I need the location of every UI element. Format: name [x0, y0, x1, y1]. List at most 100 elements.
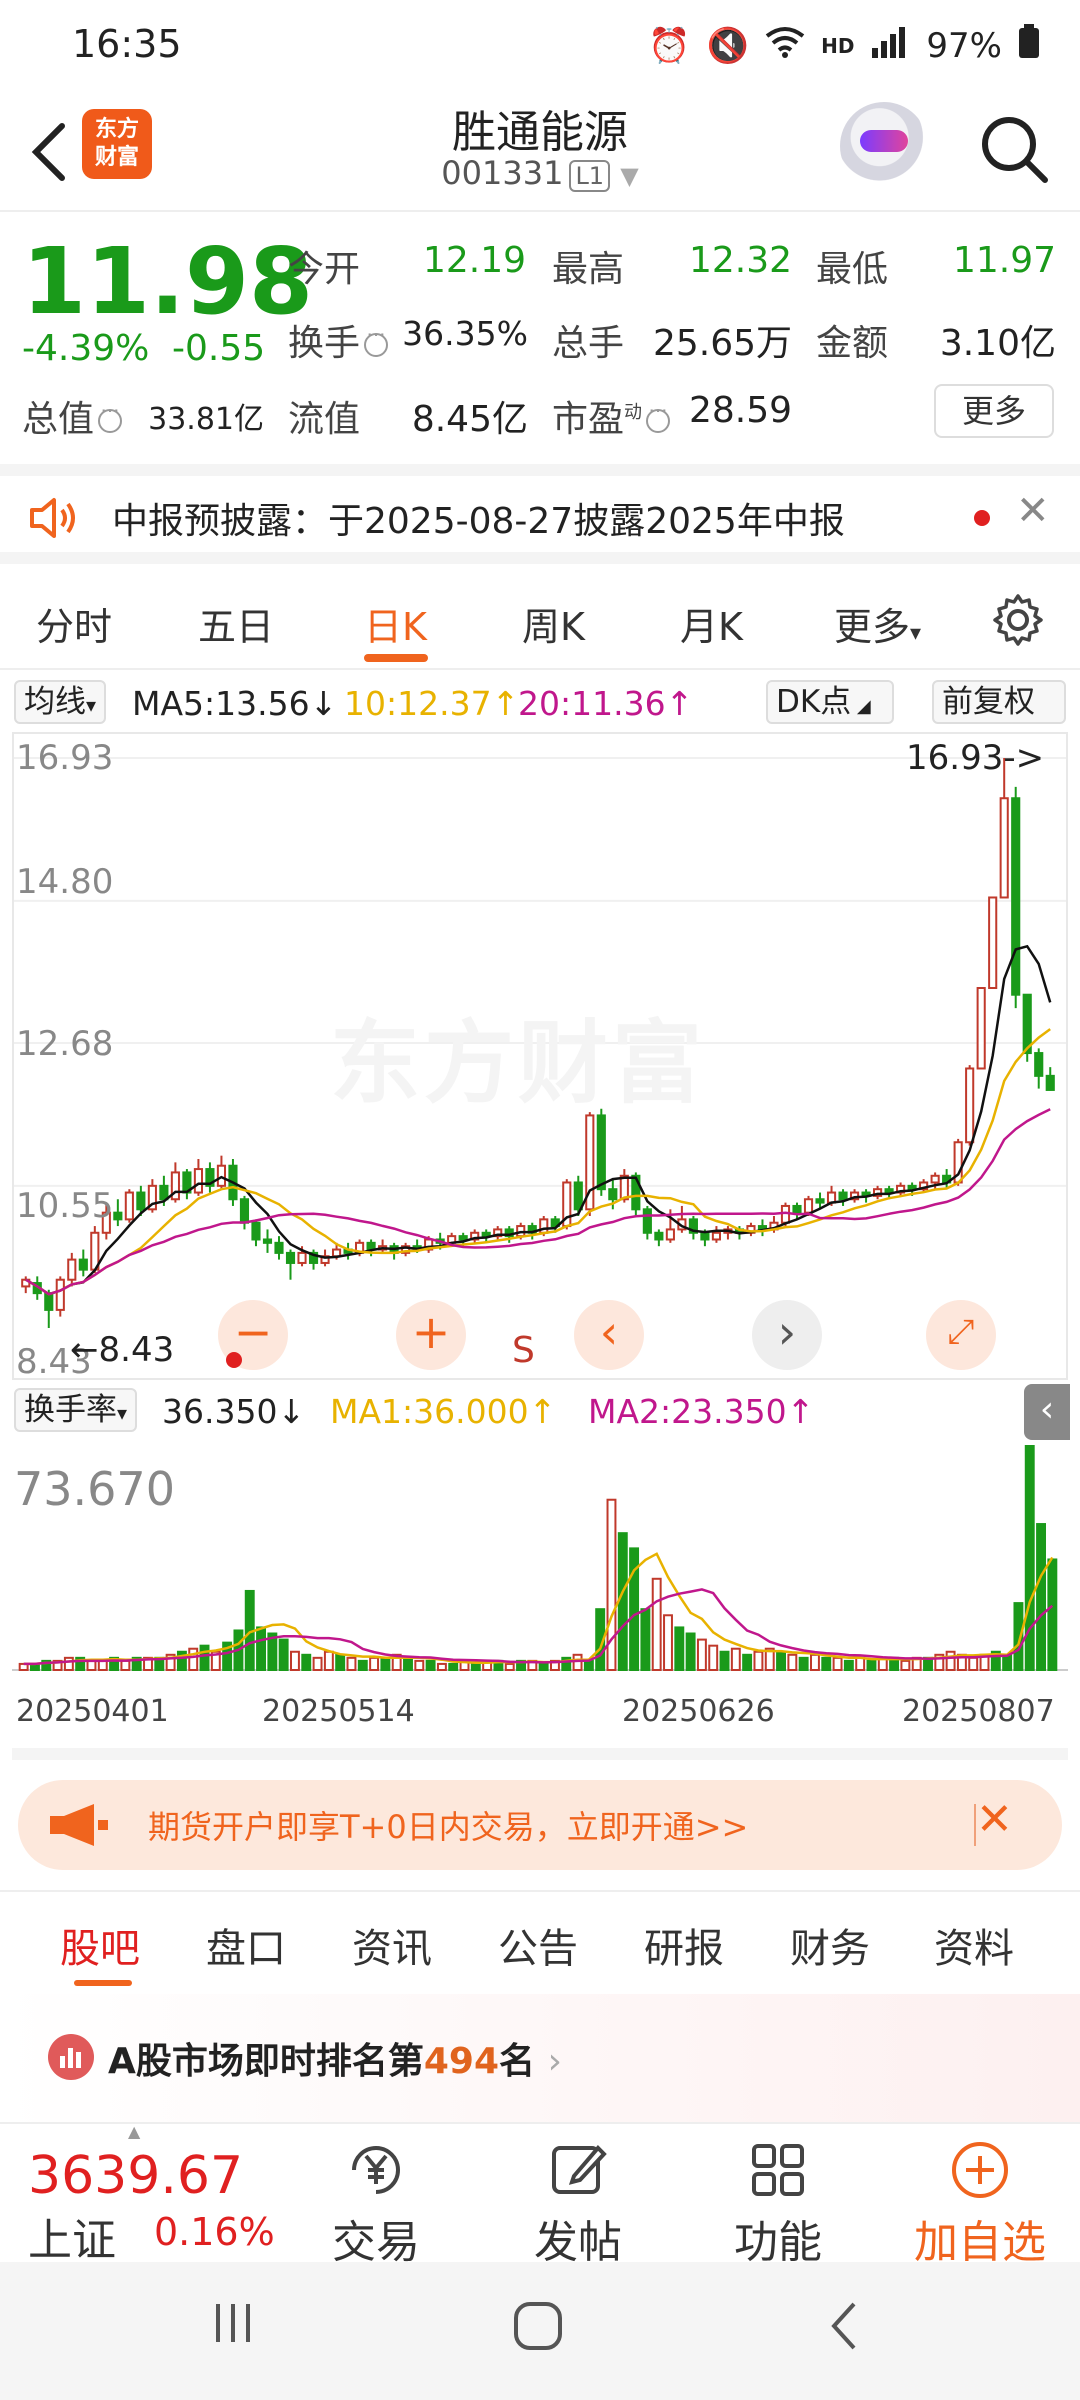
- candle-body: [1045, 1074, 1055, 1091]
- fullscreen-button[interactable]: ⤢: [926, 1300, 996, 1370]
- ma20-line: [25, 1108, 1051, 1296]
- tab-forum[interactable]: 股吧: [60, 1916, 140, 1974]
- dk-point-selector[interactable]: DK点 ◢: [766, 680, 894, 724]
- turnover-bar: [900, 1659, 911, 1671]
- turnover-bar: [968, 1656, 979, 1672]
- battery-icon: [1018, 24, 1040, 67]
- candle-body: [78, 1258, 88, 1271]
- turnover-bar: [414, 1659, 425, 1671]
- turnover-bar: [855, 1656, 866, 1672]
- futures-promo-banner[interactable]: 期货开户即享T+0日内交易，立即开通>> ✕: [18, 1780, 1062, 1870]
- info-icon[interactable]: [364, 323, 389, 357]
- candle-body: [239, 1198, 250, 1224]
- turnover-bar: [278, 1638, 289, 1671]
- turnover-bar: [787, 1653, 798, 1672]
- date-label: 20250401: [16, 1694, 169, 1729]
- turnover-bar: [538, 1662, 549, 1671]
- market-rank-row[interactable]: A股市场即时排名第494名 ›: [0, 1994, 1080, 2124]
- price-change-percent: -4.39%: [22, 328, 150, 369]
- turnover-bar: [346, 1656, 357, 1672]
- turnover-bar: [323, 1650, 334, 1672]
- date-label: 20250514: [262, 1694, 415, 1729]
- robot-assistant-icon[interactable]: [840, 102, 928, 190]
- price-change: -0.55: [172, 328, 266, 369]
- functions-button[interactable]: 功能: [708, 2138, 848, 2270]
- hd-badge: HD: [821, 33, 855, 58]
- active-tab-indicator: [74, 1980, 132, 1986]
- scroll-left-button[interactable]: ‹: [574, 1300, 644, 1370]
- search-icon: [982, 117, 1048, 183]
- candle-body: [988, 896, 998, 990]
- back-nav-icon[interactable]: [820, 2298, 870, 2354]
- add-watchlist-button[interactable]: 加自选: [890, 2138, 1070, 2270]
- turnover-bar: [651, 1577, 662, 1671]
- tab-news[interactable]: 资讯: [352, 1916, 432, 1974]
- pe-value: 28.59: [688, 390, 792, 431]
- gear-icon[interactable]: [990, 592, 1046, 648]
- candle-body: [642, 1208, 652, 1234]
- rank-text: A股市场即时排名第494名 ›: [108, 2041, 562, 2082]
- turnover-bar: [470, 1662, 481, 1671]
- turnover-bar: [63, 1656, 74, 1672]
- plus-circle-icon: [952, 2142, 1008, 2198]
- tab-order-book[interactable]: 盘口: [206, 1916, 286, 1974]
- candle-body: [700, 1231, 710, 1241]
- tab-profile[interactable]: 资料: [934, 1916, 1014, 1974]
- more-quote-button[interactable]: 更多: [934, 384, 1054, 438]
- turnover-bar: [448, 1662, 459, 1671]
- tab-research[interactable]: 研报: [644, 1916, 724, 1974]
- candle-body: [965, 1067, 975, 1144]
- collapse-panel-button[interactable]: ‹: [1024, 1384, 1070, 1440]
- status-time: 16:35: [72, 22, 182, 66]
- trade-button[interactable]: 交易: [306, 2138, 446, 2270]
- recent-apps-icon[interactable]: [208, 2298, 258, 2348]
- post-button[interactable]: 发帖: [508, 2138, 648, 2270]
- info-icon[interactable]: [98, 399, 123, 433]
- ma-selector[interactable]: 均线▾: [14, 680, 107, 724]
- tab-five-day[interactable]: 五日: [198, 596, 274, 651]
- home-icon[interactable]: [510, 2298, 566, 2354]
- candle-body: [838, 1191, 848, 1201]
- turnover-bar: [335, 1653, 346, 1672]
- turnover-bar: [810, 1653, 820, 1672]
- turnover-bar: [640, 1608, 651, 1672]
- market-cap-value: 33.81亿: [148, 402, 264, 437]
- tab-weekly-k[interactable]: 周K: [522, 596, 585, 651]
- scroll-right-button[interactable]: ›: [752, 1300, 822, 1370]
- announcement-bar[interactable]: 中报预披露：于2025-08-27披露2025年中报 ✕: [0, 464, 1080, 564]
- close-icon[interactable]: ✕: [976, 1794, 1013, 1845]
- turnover-bar: [380, 1656, 391, 1672]
- tab-intraday[interactable]: 分时: [36, 596, 112, 651]
- tab-monthly-k[interactable]: 月K: [680, 596, 743, 651]
- turnover-bar: [832, 1656, 843, 1672]
- alarm-icon: ⏰: [648, 25, 691, 66]
- adjust-selector[interactable]: 前复权: [932, 680, 1066, 724]
- turnover-bar: [753, 1650, 764, 1672]
- tab-announcements[interactable]: 公告: [498, 1916, 578, 1974]
- turnover-rate-value: 36.350↓: [162, 1392, 306, 1431]
- caret-down-icon: ▾: [86, 693, 97, 717]
- search-button[interactable]: [975, 110, 1055, 190]
- active-tab-indicator: [364, 654, 428, 662]
- turnover-bar: [436, 1662, 447, 1671]
- tab-more[interactable]: 更多▾: [834, 596, 921, 651]
- indicator-selector[interactable]: 换手率▾: [14, 1388, 138, 1432]
- turnover-bar: [945, 1650, 956, 1672]
- volume-label: 总手: [552, 323, 625, 364]
- candle-body: [285, 1251, 296, 1264]
- tab-daily-k[interactable]: 日K: [364, 596, 427, 651]
- turnover-bar: [1002, 1653, 1013, 1672]
- turnover-bar: [742, 1653, 753, 1672]
- candle-body: [803, 1198, 814, 1214]
- close-icon[interactable]: ✕: [1016, 488, 1050, 534]
- tab-financials[interactable]: 财务: [790, 1916, 870, 1974]
- caret-down-icon: ▾: [117, 1401, 128, 1425]
- turnover-bar: [572, 1653, 583, 1672]
- zoom-in-button[interactable]: +: [396, 1300, 466, 1370]
- turnover-bar: [86, 1659, 97, 1671]
- banner-text: 期货开户即享T+0日内交易，立即开通>>: [148, 1808, 749, 1846]
- info-icon[interactable]: [646, 399, 671, 433]
- turnover-ma1: MA1:36.000↑: [330, 1392, 557, 1431]
- high-value: 12.32: [688, 240, 792, 281]
- system-nav-bar: [0, 2262, 1080, 2400]
